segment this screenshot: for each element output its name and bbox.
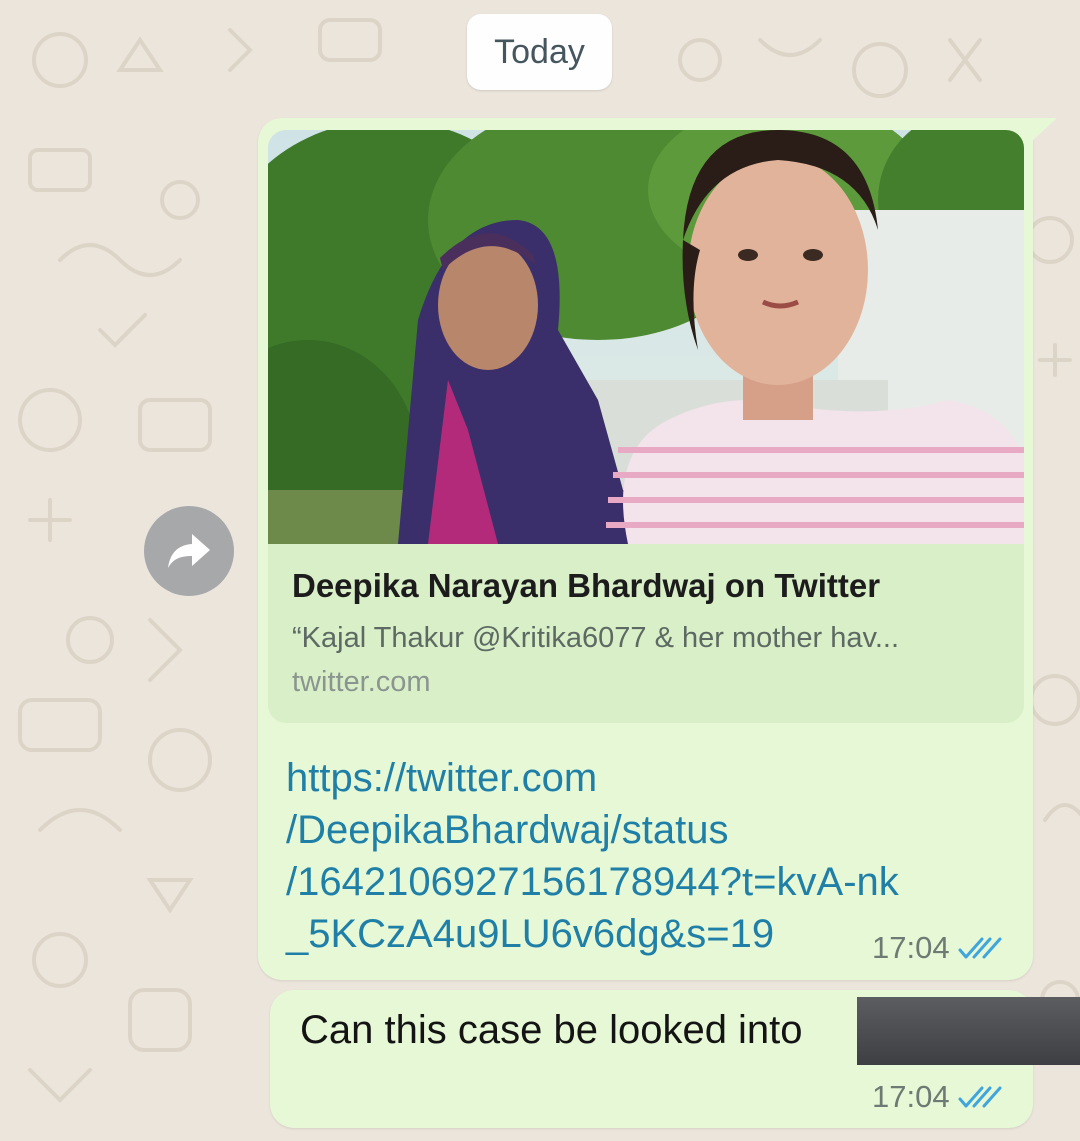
forward-arrow-icon bbox=[168, 534, 210, 568]
double-check-icon bbox=[958, 1086, 1002, 1108]
message-link[interactable]: https://twitter.com /DeepikaBhardwaj/sta… bbox=[286, 752, 1006, 960]
redaction-bar bbox=[857, 997, 1080, 1065]
link-preview-card[interactable]: Deepika Narayan Bhardwaj on Twitter “Kaj… bbox=[268, 130, 1024, 723]
message-time: 17:04 bbox=[872, 930, 950, 965]
forward-button[interactable] bbox=[144, 506, 234, 596]
link-line: https://twitter.com bbox=[286, 756, 598, 800]
link-preview-domain: twitter.com bbox=[292, 666, 431, 698]
message-text: Can this case be looked into bbox=[300, 1008, 803, 1052]
link-preview-title: Deepika Narayan Bhardwaj on Twitter bbox=[292, 567, 881, 604]
double-check-icon bbox=[958, 937, 1002, 959]
message-meta: 17:04 bbox=[872, 1079, 1004, 1115]
link-line: /DeepikaBhardwaj/status bbox=[286, 808, 729, 852]
bubble-tail bbox=[1031, 118, 1057, 142]
message-meta: 17:04 bbox=[872, 930, 1004, 966]
link-line: /1642106927156178944?t=kvA-nk bbox=[286, 860, 899, 904]
message-time: 17:04 bbox=[872, 1079, 950, 1114]
link-preview-image bbox=[268, 130, 1024, 544]
link-preview-description: “Kajal Thakur @Kritika6077 & her mother … bbox=[292, 622, 900, 654]
date-chip: Today bbox=[467, 14, 612, 90]
